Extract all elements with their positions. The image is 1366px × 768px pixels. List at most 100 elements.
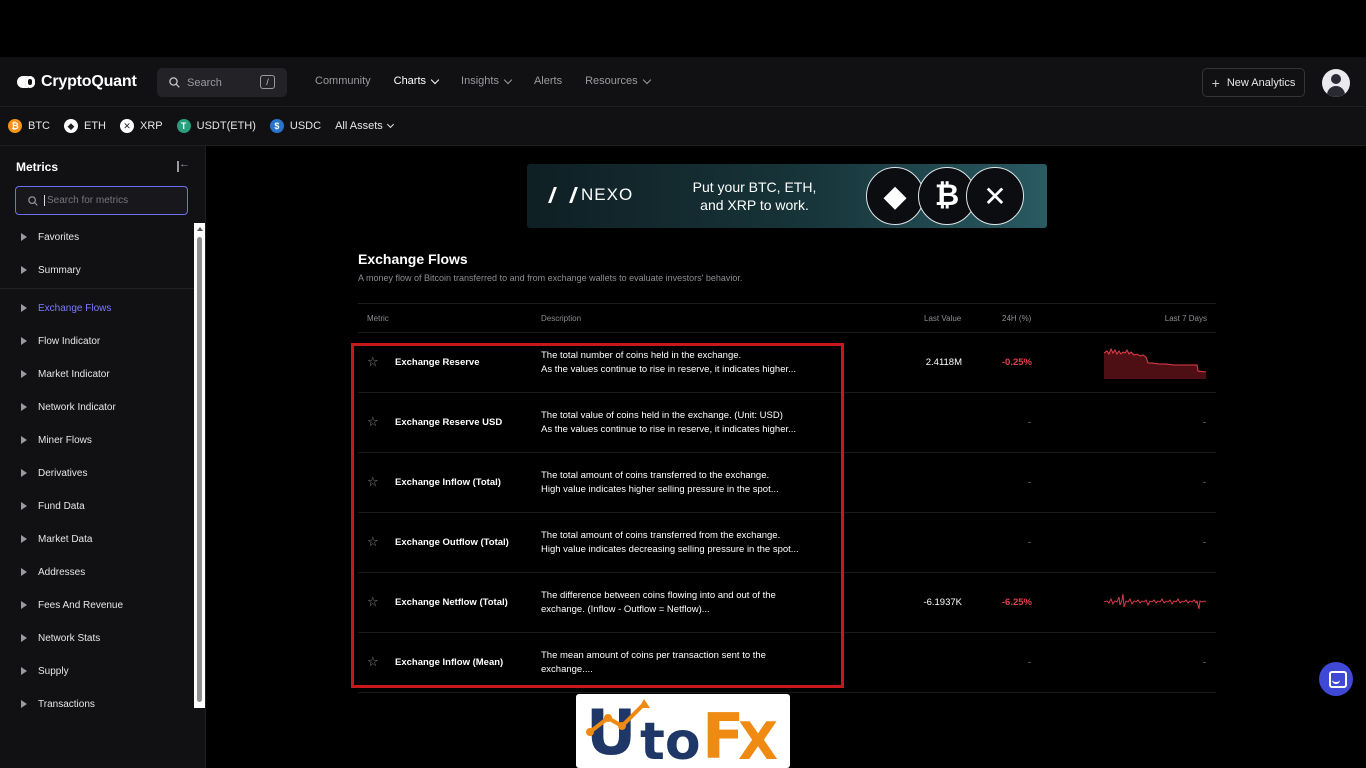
asset-eth-label: ETH bbox=[84, 120, 106, 132]
asset-eth[interactable]: ◆ ETH bbox=[64, 119, 106, 133]
sparkline-area bbox=[1104, 349, 1206, 379]
metric-search-input[interactable] bbox=[44, 195, 174, 206]
sidebar-item-fund-data[interactable]: Fund Data bbox=[0, 495, 194, 517]
usdc-icon: $ bbox=[269, 119, 284, 133]
change-24h-empty: - bbox=[1028, 477, 1031, 487]
sidebar-scrollbar[interactable] bbox=[194, 223, 205, 708]
page-description: A money flow of Bitcoin transferred to a… bbox=[358, 273, 743, 283]
logo-text: CryptoQuant bbox=[41, 73, 137, 90]
sparkline-empty: - bbox=[1203, 477, 1206, 487]
nexo-brand-text: NEXO bbox=[581, 185, 634, 204]
asset-xrp[interactable]: ✕ XRP bbox=[120, 119, 163, 133]
search-shortcut-key: / bbox=[260, 75, 275, 89]
sidebar-item-label: Market Data bbox=[38, 533, 93, 545]
sidebar-item-label: Exchange Flows bbox=[38, 302, 112, 314]
nexo-ad-banner[interactable]: NEXO Put your BTC, ETH, and XRP to work.… bbox=[527, 164, 1047, 228]
chevron-down-icon bbox=[386, 120, 394, 129]
caret-right-icon bbox=[21, 502, 27, 510]
asset-usdt-label: USDT(ETH) bbox=[196, 120, 256, 132]
nav-insights-label: Insights bbox=[461, 75, 499, 87]
caret-right-icon bbox=[21, 667, 27, 675]
search-icon bbox=[28, 195, 38, 206]
asset-usdt[interactable]: T USDT(ETH) bbox=[176, 119, 256, 133]
sidebar-item-network-indicator[interactable]: Network Indicator bbox=[0, 396, 194, 418]
sidebar-item-favorites[interactable]: Favorites bbox=[0, 226, 194, 248]
new-analytics-button[interactable]: + New Analytics bbox=[1202, 68, 1305, 97]
sparkline-empty: - bbox=[1203, 417, 1206, 427]
caret-right-icon bbox=[21, 700, 27, 708]
nav-community[interactable]: Community bbox=[315, 75, 371, 87]
collapse-sidebar-icon[interactable] bbox=[177, 158, 190, 172]
new-analytics-label: New Analytics bbox=[1226, 76, 1296, 89]
change-24h-empty: - bbox=[1028, 657, 1031, 667]
xrp-coin-icon: ✕ bbox=[966, 167, 1024, 225]
col-description: Description bbox=[541, 314, 582, 323]
sidebar-item-fees-and-revenue[interactable]: Fees And Revenue bbox=[0, 594, 194, 616]
sidebar-item-label: Flow Indicator bbox=[38, 335, 101, 347]
tether-icon: T bbox=[176, 119, 191, 133]
sparkline-netflow bbox=[1104, 593, 1206, 610]
caret-right-icon bbox=[21, 469, 27, 477]
main-nav: Community Charts Insights Alerts Resourc… bbox=[315, 75, 651, 87]
sidebar-item-exchange-flows[interactable]: Exchange Flows bbox=[0, 297, 194, 319]
caret-right-icon bbox=[21, 266, 27, 274]
sidebar-item-supply[interactable]: Supply bbox=[0, 660, 194, 682]
change-24h-empty: - bbox=[1028, 537, 1031, 547]
bitcoin-icon: ₿ bbox=[8, 119, 22, 133]
sidebar-item-derivatives[interactable]: Derivatives bbox=[0, 462, 194, 484]
cryptoquant-logo[interactable]: CryptoQuant bbox=[17, 73, 137, 91]
last-value: -6.1937K bbox=[923, 597, 962, 608]
scrollbar-thumb[interactable] bbox=[197, 237, 202, 702]
sidebar-item-market-data[interactable]: Market Data bbox=[0, 528, 194, 550]
sparkline-reserve bbox=[1104, 347, 1206, 379]
trend-arrow-icon bbox=[586, 699, 650, 736]
sidebar-item-summary[interactable]: Summary bbox=[0, 259, 194, 281]
sidebar-item-miner-flows[interactable]: Miner Flows bbox=[0, 429, 194, 451]
cryptoquant-logo-icon bbox=[17, 74, 35, 90]
sidebar-item-label: Derivatives bbox=[38, 467, 88, 479]
asset-btc[interactable]: ₿ BTC bbox=[8, 119, 50, 133]
user-avatar-icon[interactable] bbox=[1322, 69, 1350, 97]
sparkline-empty: - bbox=[1203, 537, 1206, 547]
nav-charts-label: Charts bbox=[393, 75, 427, 87]
nav-alerts[interactable]: Alerts bbox=[534, 75, 562, 87]
metric-search-box[interactable] bbox=[15, 186, 188, 215]
caret-right-icon bbox=[21, 370, 27, 378]
xrp-icon: ✕ bbox=[120, 119, 134, 133]
ethereum-icon: ◆ bbox=[64, 119, 78, 133]
chat-support-icon[interactable] bbox=[1319, 662, 1353, 696]
sidebar-item-label: Transactions bbox=[38, 698, 95, 709]
col-metric: Metric bbox=[367, 314, 389, 323]
chevron-down-icon bbox=[430, 75, 440, 84]
sidebar-item-flow-indicator[interactable]: Flow Indicator bbox=[0, 330, 194, 352]
asset-usdc[interactable]: $ USDC bbox=[269, 119, 321, 133]
search-icon bbox=[169, 77, 180, 88]
nav-resources[interactable]: Resources bbox=[585, 75, 651, 87]
all-assets-dropdown[interactable]: All Assets bbox=[335, 120, 394, 132]
ethereum-coin-icon: ◆ bbox=[866, 167, 924, 225]
chevron-down-icon bbox=[642, 75, 651, 84]
sidebar-item-label: Supply bbox=[38, 665, 69, 677]
change-24h: -6.25% bbox=[1001, 597, 1032, 608]
col-24h-change: 24H (%) bbox=[1002, 314, 1032, 323]
caret-right-icon bbox=[21, 436, 27, 444]
nav-insights[interactable]: Insights bbox=[461, 75, 513, 87]
sidebar-item-label: Miner Flows bbox=[38, 434, 92, 446]
sidebar-item-label: Favorites bbox=[38, 231, 80, 243]
search-placeholder: Search bbox=[187, 76, 222, 89]
nav-alerts-label: Alerts bbox=[533, 75, 563, 87]
scroll-up-arrow-icon[interactable] bbox=[197, 227, 203, 231]
global-search[interactable]: Search / bbox=[157, 68, 287, 97]
nav-resources-label: Resources bbox=[585, 75, 638, 87]
change-24h: -0.25% bbox=[1001, 357, 1032, 368]
col-last-7-days: Last 7 Days bbox=[1164, 314, 1207, 323]
sparkline-line bbox=[1104, 593, 1206, 610]
sidebar-item-addresses[interactable]: Addresses bbox=[0, 561, 194, 583]
nav-charts[interactable]: Charts bbox=[393, 75, 440, 87]
sidebar-item-network-stats[interactable]: Network Stats bbox=[0, 627, 194, 649]
caret-right-icon bbox=[21, 403, 27, 411]
sidebar-item-transactions[interactable]: Transactions bbox=[0, 693, 194, 708]
highlight-annotation-box bbox=[351, 343, 844, 688]
chevron-down-icon bbox=[503, 75, 513, 84]
sidebar-item-market-indicator[interactable]: Market Indicator bbox=[0, 363, 194, 385]
